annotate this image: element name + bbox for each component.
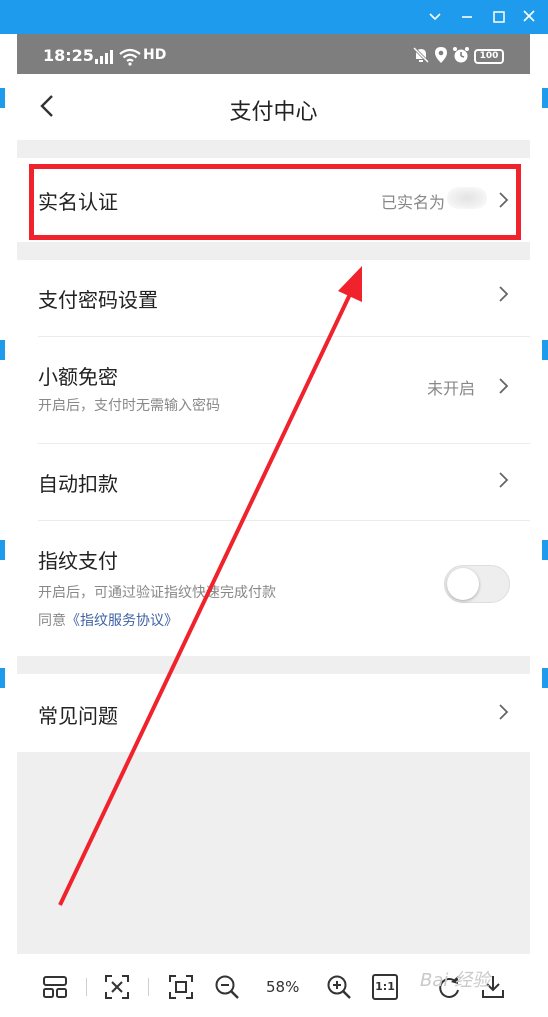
window-title-bar [0,0,548,34]
list-item-small-amount-no-password[interactable]: 小额免密 开启后，支付时无需输入密码 未开启 [17,337,530,443]
chevron-down-icon[interactable] [424,6,446,28]
fingerprint-pay-toggle[interactable] [444,565,510,603]
thumbnails-icon[interactable] [42,974,68,1000]
toolbar-separator [86,978,87,996]
window-edge-marker [0,540,5,560]
status-bar: 18:25 HD 100 [17,34,530,74]
mute-bell-icon [412,46,430,64]
list-item-label: 常见问题 [38,704,118,728]
fingerprint-agreement-link[interactable]: 《指纹服务协议》 [66,613,178,629]
list-item-auto-deduction[interactable]: 自动扣款 [17,444,530,520]
window-edge-marker [0,88,5,108]
close-icon[interactable] [518,6,540,28]
highlight-box [29,164,521,240]
wifi-icon [119,48,141,66]
window-edge-marker [542,340,548,360]
agreement-prefix: 同意 [38,613,66,629]
chevron-right-icon [499,286,509,302]
toolbar-separator [148,978,149,996]
minimize-icon[interactable] [456,6,478,28]
fullscreen-icon[interactable] [168,974,194,1000]
window-edge-marker [542,540,548,560]
page-title: 支付中心 [229,100,318,125]
battery-icon: 100 [474,49,504,64]
zoom-out-icon[interactable] [214,974,240,1000]
list-item-faq[interactable]: 常见问题 [17,674,530,752]
chevron-right-icon [499,378,509,394]
list-item-label: 自动扣款 [38,472,118,496]
window-edge-marker [0,340,5,360]
window-edge-marker [0,668,5,688]
network-type: HD [143,47,167,63]
window-edge-marker [542,668,548,688]
zoom-in-icon[interactable] [326,974,352,1000]
settings-group-help: 常见问题 [17,674,530,752]
chevron-right-icon [499,704,509,720]
zoom-level: 58% [266,978,300,996]
status-time: 18:25 [43,46,94,65]
toggle-knob [447,568,479,600]
list-item-subtitle: 开启后，支付时无需输入密码 [38,398,220,414]
location-icon [435,47,447,63]
app-header: 支付中心 [17,74,530,140]
window-edge-marker [542,88,548,108]
list-item-label: 小额免密 [38,365,118,389]
actual-size-button[interactable]: 1:1 [372,974,398,1000]
fit-screen-icon[interactable] [104,974,130,1000]
small-amount-status: 未开启 [427,379,476,398]
list-item-subtitle: 开启后，可通过验证指纹快速完成付款 [38,585,276,601]
list-item-label: 支付密码设置 [38,288,158,312]
settings-group-payment: 支付密码设置 小额免密 开启后，支付时无需输入密码 未开启 自动扣款 指纹支付 … [17,260,530,656]
agreement-line: 同意《指纹服务协议》 [38,610,178,630]
watermark: Bai 经验 [420,970,491,991]
list-item-fingerprint-pay: 指纹支付 开启后，可通过验证指纹快速完成付款 同意《指纹服务协议》 [17,521,530,656]
list-item-payment-password[interactable]: 支付密码设置 [17,260,530,336]
chevron-right-icon [499,472,509,488]
list-item-label: 指纹支付 [38,549,118,573]
signal-icon [95,50,115,64]
alarm-icon [453,47,469,63]
maximize-icon[interactable] [488,6,510,28]
